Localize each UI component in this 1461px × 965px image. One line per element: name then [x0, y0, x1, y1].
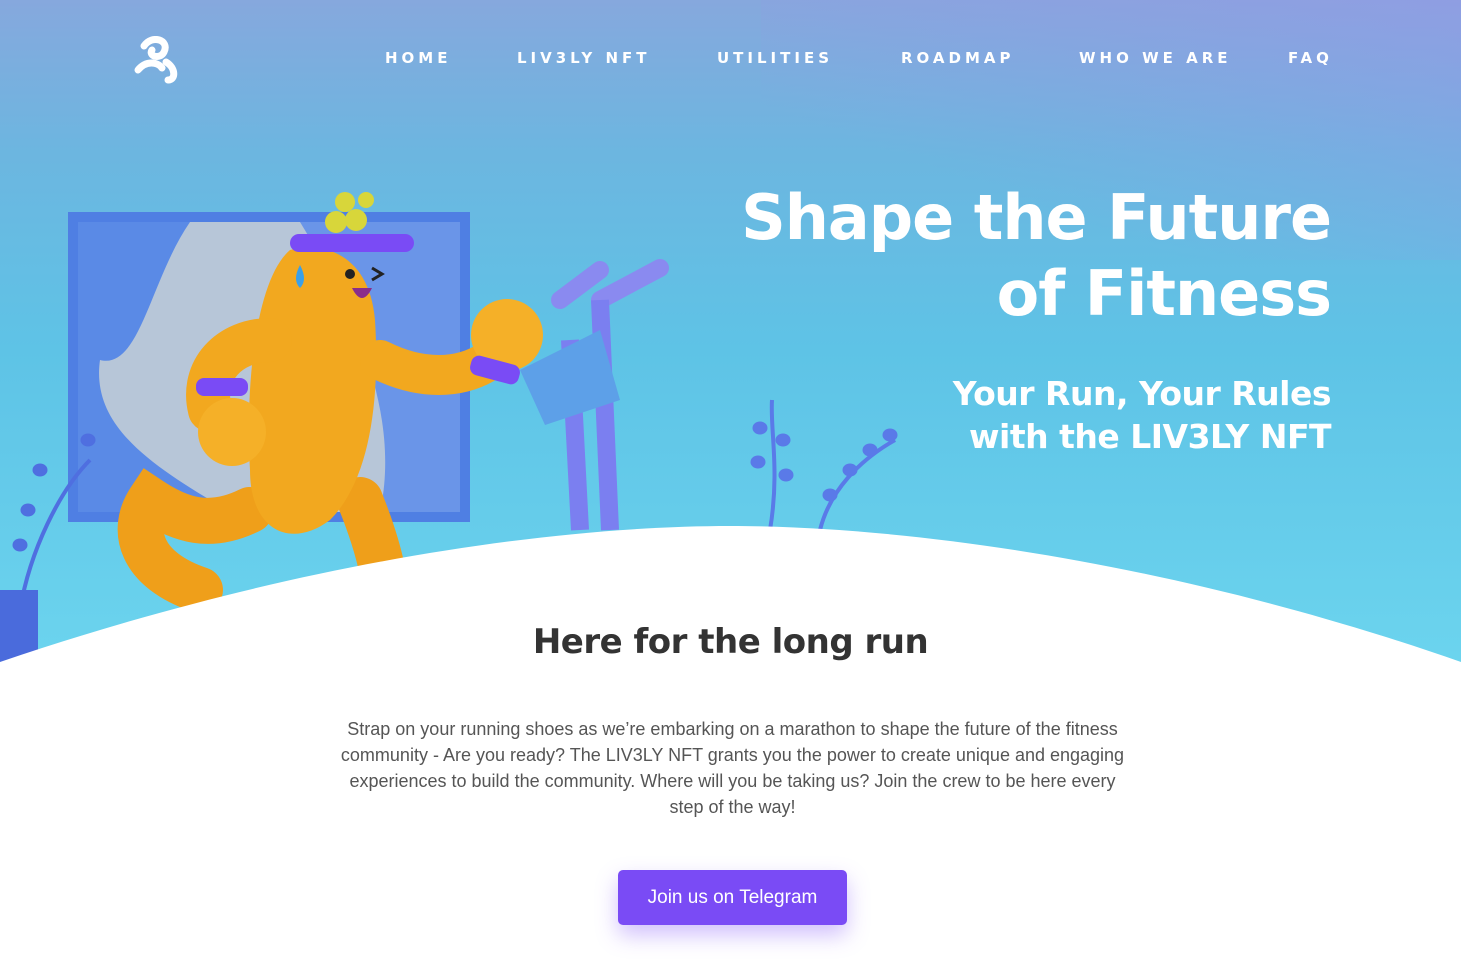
section-title: Here for the long run: [532, 622, 929, 662]
hero-headline-line-1: Shape the Future: [741, 181, 1332, 254]
nav-item-lively-nft[interactable]: LIV3LY NFT: [517, 49, 651, 67]
nav-item-utilities[interactable]: UTILITIES: [717, 49, 833, 67]
nav-item-roadmap[interactable]: ROADMAP: [901, 49, 1015, 67]
hero-headline: Shape the Future of Fitness: [691, 180, 1332, 332]
nav-item-who-we-are[interactable]: WHO WE ARE: [1079, 49, 1232, 67]
hero-curve-divider: [0, 526, 1461, 720]
join-telegram-button[interactable]: Join us on Telegram: [618, 870, 847, 925]
treadmill: [520, 259, 669, 531]
hero-subheadline-line-1: Your Run, Your Rules: [952, 374, 1332, 413]
nav-item-faq[interactable]: FAQ: [1288, 49, 1333, 67]
hero-subheadline-line-2: with the LIV3LY NFT: [969, 417, 1331, 456]
hero-subheadline: Your Run, Your Rules with the LIV3LY NFT: [831, 372, 1332, 458]
hero-headline-line-2: of Fitness: [996, 257, 1332, 330]
nav-item-home[interactable]: HOME: [385, 49, 451, 67]
section-body: Strap on your running shoes as we’re emb…: [340, 719, 1125, 817]
main-nav: HOME LIV3LY NFT UTILITIES ROADMAP WHO WE…: [0, 49, 1461, 71]
